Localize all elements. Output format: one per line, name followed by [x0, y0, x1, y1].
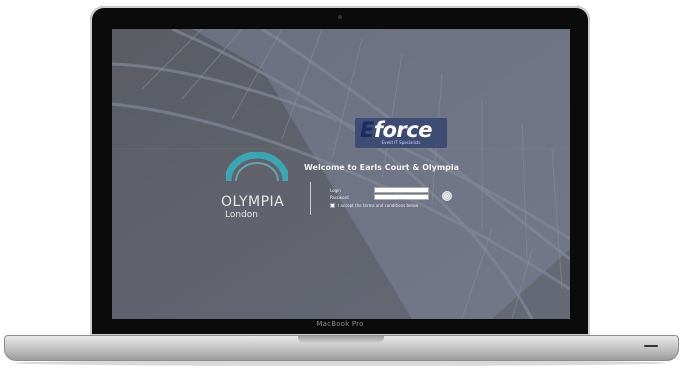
logo-letter: E — [360, 118, 374, 142]
sleep-indicator-light — [644, 345, 658, 347]
roof-background-image — [112, 29, 570, 319]
login-input[interactable] — [374, 187, 429, 193]
laptop-base — [4, 335, 679, 361]
login-screen: Eforce Event IT Specialists Welcome to E… — [112, 29, 570, 319]
olympia-arc-icon — [226, 152, 288, 182]
device-brand-label: MacBook Pro — [316, 320, 364, 328]
vertical-divider — [310, 182, 311, 215]
venue-city: London — [225, 210, 258, 220]
password-label: Password — [330, 195, 349, 200]
eforce-logo: Eforce Event IT Specialists — [355, 118, 447, 148]
submit-button[interactable] — [442, 191, 452, 201]
laptop-lid: Eforce Event IT Specialists Welcome to E… — [90, 6, 590, 336]
accept-terms-checkbox[interactable] — [330, 203, 335, 208]
password-input[interactable] — [374, 194, 429, 200]
logo-word: force — [373, 118, 433, 142]
camera-icon — [338, 15, 342, 19]
accept-terms-label: I accept the terms and conditions below — [338, 203, 419, 208]
login-label: Login — [330, 188, 341, 193]
welcome-heading: Welcome to Earls Court & Olympia — [304, 163, 460, 172]
venue-name: OLYMPIA — [221, 194, 285, 210]
lid-opening-notch — [298, 336, 384, 343]
logo-subtitle: Event IT Specialists — [381, 140, 421, 145]
go-icon — [444, 193, 450, 199]
